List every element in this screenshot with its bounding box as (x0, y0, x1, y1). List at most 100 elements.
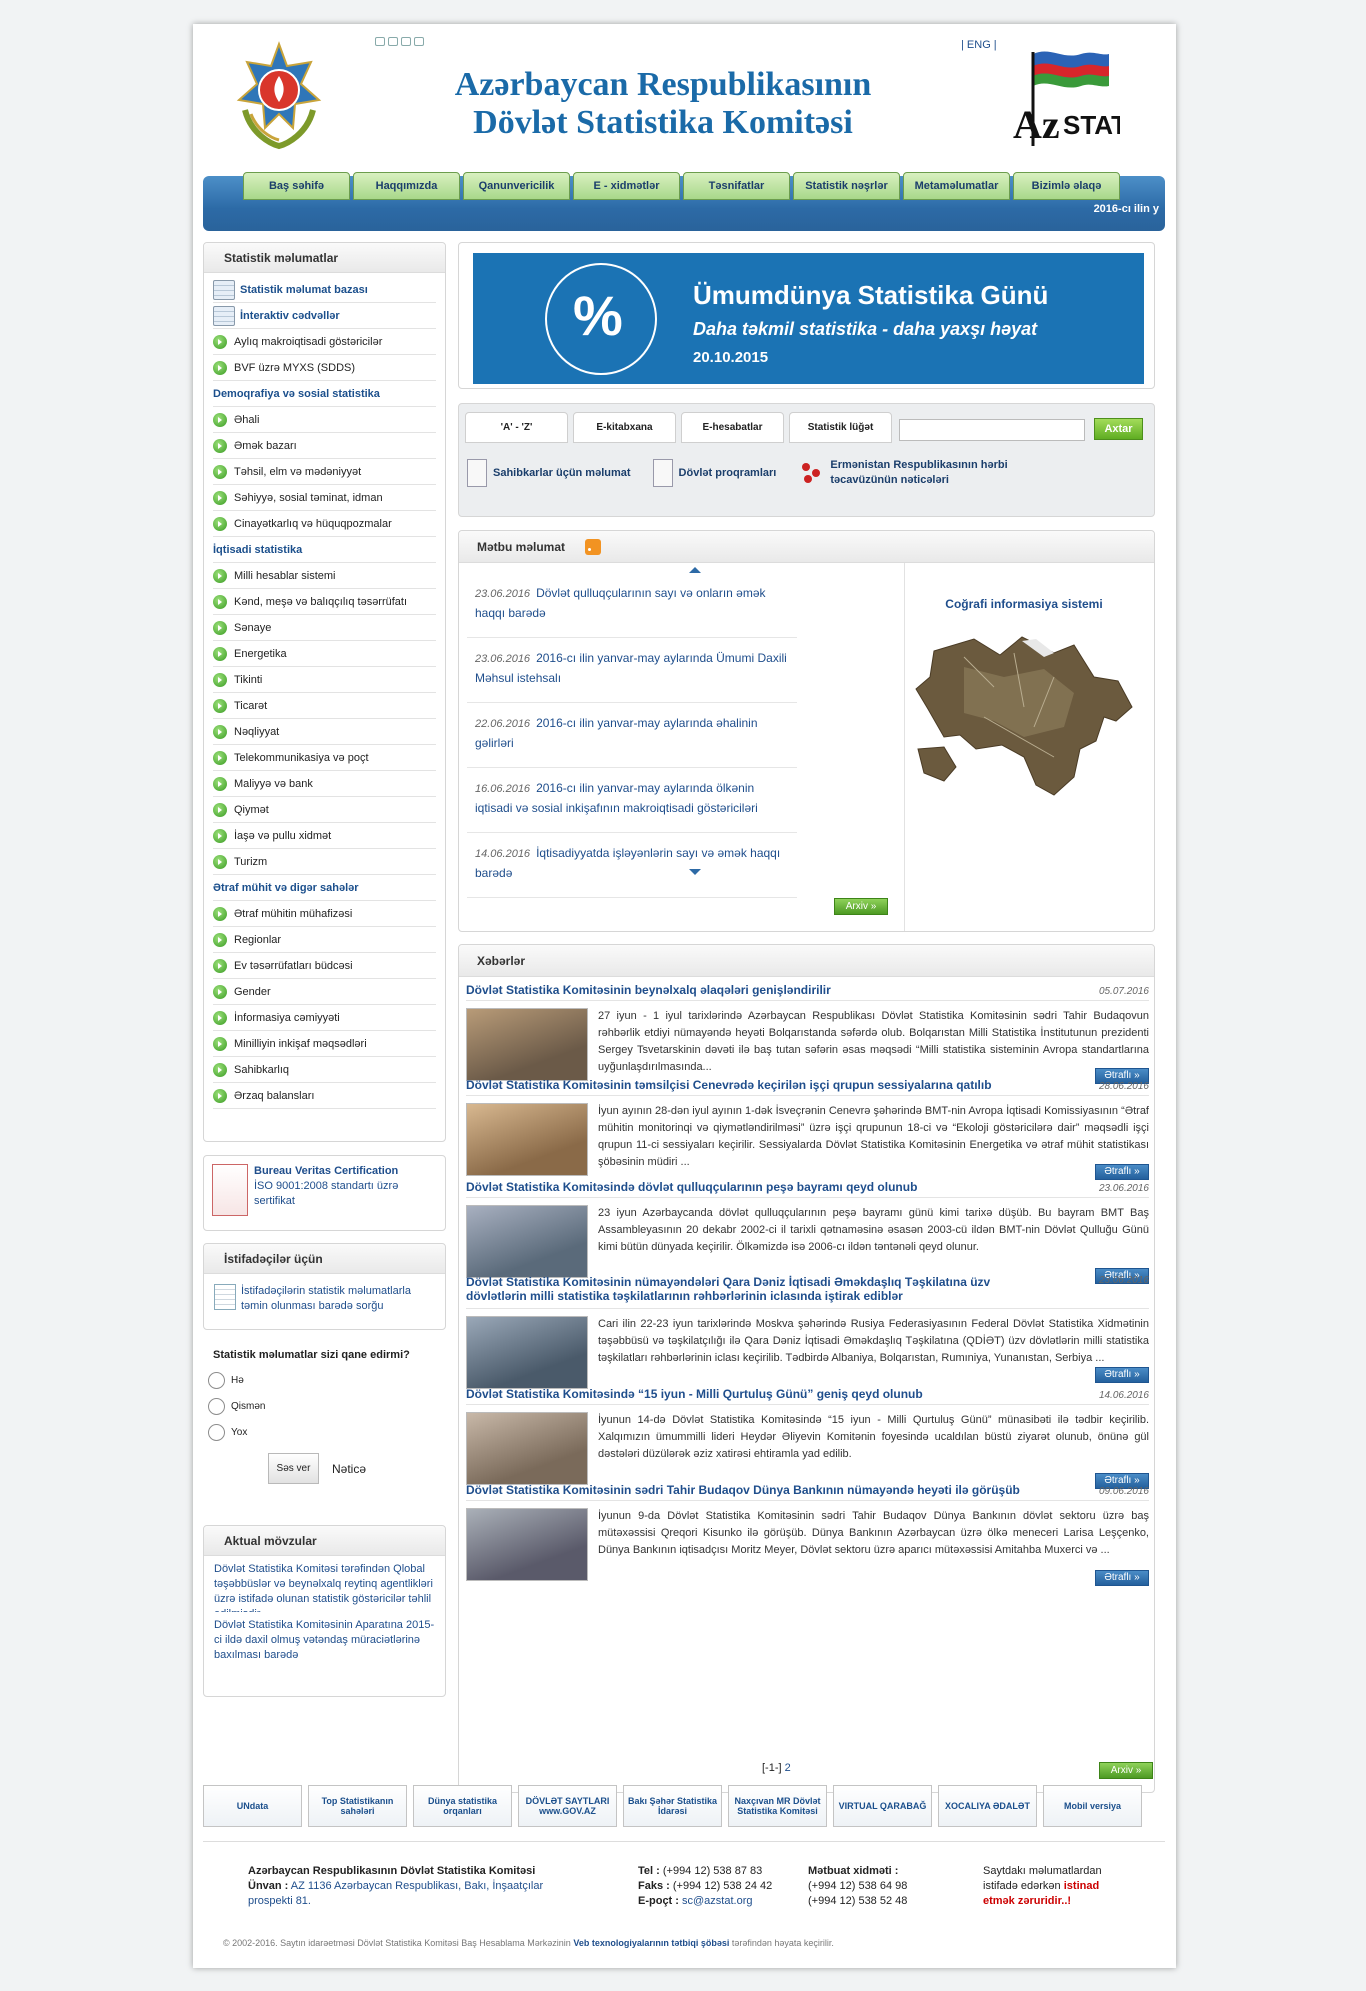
statistics-day-banner[interactable]: Ümumdünya Statistika Günü Daha təkmil st… (473, 253, 1144, 384)
news-item-title[interactable]: Dövlət Statistika Komitəsinin sədri Tahi… (466, 1483, 1020, 1497)
nav-tab-legislation[interactable]: Qanunvericilik (463, 172, 570, 200)
menu-item-b-0[interactable]: Əhali (213, 407, 436, 433)
gis-link[interactable]: Coğrafi informasiya sistemi (904, 597, 1144, 810)
menu-item-d-1[interactable]: Regionlar (213, 927, 436, 953)
partner-logo-link[interactable]: Naxçıvan MR Dövlət Statistika Komitəsi (728, 1785, 827, 1827)
news-item-title[interactable]: Dövlət Statistika Komitəsində “15 iyun -… (466, 1387, 923, 1401)
press-item[interactable]: 16.06.2016 2016-cı ilin yanvar-may ayları… (467, 768, 797, 833)
news-photo[interactable] (466, 1508, 588, 1581)
menu-item-d-2[interactable]: Ev təsərrüfatları büdcəsi (213, 953, 436, 979)
menu-item-d-7[interactable]: Ərzaq balansları (213, 1083, 436, 1109)
nav-tab-home[interactable]: Baş səhifə (243, 172, 350, 200)
nav-tab-classifications[interactable]: Təsnifatlar (683, 172, 790, 200)
home-icon[interactable] (375, 37, 385, 46)
menu-item-c-8[interactable]: Maliyyə və bank (213, 771, 436, 797)
news-photo[interactable] (466, 1008, 588, 1081)
press-item[interactable]: 22.06.2016 2016-cı ilin yanvar-may ayları… (467, 703, 797, 768)
tab-glossary[interactable]: Statistik lüğət (789, 412, 892, 443)
menu-item-c-0[interactable]: Milli hesablar sistemi (213, 563, 436, 589)
menu-group-heading[interactable]: Demoqrafiya və sosial statistika (213, 381, 436, 407)
partner-logo-link[interactable]: XOCALIYA ƏDALƏT (938, 1785, 1037, 1827)
vote-button[interactable]: Səs ver (268, 1453, 319, 1484)
news-archive-button[interactable]: Arxiv » (1099, 1762, 1153, 1779)
sitemap-icon[interactable] (401, 37, 411, 46)
state-programs-link[interactable]: Dövlət proqramları (652, 459, 776, 487)
language-switch[interactable]: | ENG | (961, 39, 997, 51)
menu-item-d-3[interactable]: Gender (213, 979, 436, 1005)
news-more-button[interactable]: Ətraflı » (1095, 1367, 1149, 1383)
radio-partly[interactable] (208, 1397, 225, 1415)
press-item[interactable]: 23.06.2016 2016-cı ilin yanvar-may ayları… (467, 638, 797, 703)
chat-icon[interactable] (414, 37, 424, 46)
menu-item-b-3[interactable]: Səhiyyə, sosial təminat, idman (213, 485, 436, 511)
rss-icon[interactable] (585, 539, 601, 555)
partner-logo-link[interactable]: UNdata (203, 1785, 302, 1827)
armenian-aggression-link[interactable]: Ermənistan Respublikasının hərbi təcavüz… (798, 458, 1050, 488)
menu-item-a-0[interactable]: Aylıq makroiqtisadi göstəricilər (213, 329, 436, 355)
scroll-down-icon[interactable] (689, 869, 701, 875)
topic-item[interactable]: Dövlət Statistika Komitəsinin Aparatına … (204, 1612, 445, 1665)
press-item[interactable]: 23.06.2016 Dövlət qulluqçularının sayı və… (467, 573, 797, 638)
menu-item-b-1[interactable]: Əmək bazarı (213, 433, 436, 459)
menu-item-c-9[interactable]: Qiymət (213, 797, 436, 823)
entrepreneurs-info-link[interactable]: Sahibkarlar üçün məlumat (467, 459, 631, 487)
menu-item-c-3[interactable]: Energetika (213, 641, 436, 667)
press-archive-button[interactable]: Arxiv » (834, 898, 888, 915)
search-input[interactable] (899, 419, 1085, 441)
partner-logo-link[interactable]: Mobil versiya (1043, 1785, 1142, 1827)
menu-group-heading[interactable]: Ətraf mühit və digər sahələr (213, 875, 436, 901)
partner-logo-link[interactable]: Dünya statistika orqanları (413, 1785, 512, 1827)
menu-item-b-2[interactable]: Təhsil, elm və mədəniyyət (213, 459, 436, 485)
poll-option-yes[interactable]: Hə (203, 1367, 446, 1393)
menu-item-c-10[interactable]: İaşə və pullu xidmət (213, 823, 436, 849)
menu-item-c-2[interactable]: Sənaye (213, 615, 436, 641)
topic-item[interactable]: Dövlət Statistika Komitəsi tərəfindən Ql… (204, 1556, 445, 1612)
certificate-box[interactable]: Bureau Veritas Certification İSO 9001:20… (203, 1155, 446, 1231)
menu-item-b-4[interactable]: Cinayətkarlıq və hüquqpozmalar (213, 511, 436, 537)
partner-logo-link[interactable]: VIRTUAL QARABAĞ (833, 1785, 932, 1827)
nav-tab-metadata[interactable]: Metaməlumatlar (903, 172, 1010, 200)
mail-icon[interactable] (388, 37, 398, 46)
menu-group-heading[interactable]: İqtisadi statistika (213, 537, 436, 563)
news-photo[interactable] (466, 1103, 588, 1176)
menu-item-database[interactable]: Statistik məlumat bazası (213, 277, 436, 303)
poll-option-no[interactable]: Yox (203, 1419, 446, 1445)
menu-item-interactive-tables[interactable]: İnteraktiv cədvəllər (213, 303, 436, 329)
email-link[interactable]: sc@azstat.org (682, 1895, 752, 1907)
partner-logo-link[interactable]: DÖVLƏT SAYTLARI www.GOV.AZ (518, 1785, 617, 1827)
menu-item-c-5[interactable]: Ticarət (213, 693, 436, 719)
radio-no[interactable] (208, 1423, 225, 1441)
poll-option-partly[interactable]: Qismən (203, 1393, 446, 1419)
news-item-title[interactable]: Dövlət Statistika Komitəsində dövlət qul… (466, 1180, 917, 1194)
news-photo[interactable] (466, 1412, 588, 1485)
nav-tab-publications[interactable]: Statistik nəşrlər (793, 172, 900, 200)
nav-tab-contact[interactable]: Bizimlə əlaqə (1013, 172, 1120, 200)
press-item[interactable]: 14.06.2016 İqtisadiyyatda işləyənlərin sa… (467, 833, 797, 898)
menu-item-a-1[interactable]: BVF üzrə MYXS (SDDS) (213, 355, 436, 381)
tab-a-z[interactable]: 'A' - 'Z' (465, 412, 568, 443)
news-photo[interactable] (466, 1205, 588, 1278)
copyright-link[interactable]: Veb texnologiyalarının tətbiqi şöbəsi (573, 1938, 729, 1948)
partner-logo-link[interactable]: Top Statistikanın sahələri (308, 1785, 407, 1827)
nav-tab-about[interactable]: Haqqımızda (353, 172, 460, 200)
menu-item-c-4[interactable]: Tikinti (213, 667, 436, 693)
search-button[interactable]: Axtar (1094, 418, 1143, 440)
radio-yes[interactable] (208, 1371, 225, 1389)
users-request-link[interactable]: İstifadəçilərin statistik məlumatlarla t… (204, 1274, 445, 1324)
news-item-title[interactable]: Dövlət Statistika Komitəsinin nümayəndəl… (466, 1275, 1026, 1303)
menu-item-c-7[interactable]: Telekommunikasiya və poçt (213, 745, 436, 771)
menu-item-d-4[interactable]: İnformasiya cəmiyyəti (213, 1005, 436, 1031)
news-more-button[interactable]: Ətraflı » (1095, 1570, 1149, 1586)
news-more-button[interactable]: Ətraflı » (1095, 1164, 1149, 1180)
nav-tab-e-services[interactable]: E - xidmətlər (573, 172, 680, 200)
menu-item-c-11[interactable]: Turizm (213, 849, 436, 875)
menu-item-c-6[interactable]: Nəqliyyat (213, 719, 436, 745)
menu-item-d-6[interactable]: Sahibkarlıq (213, 1057, 436, 1083)
news-photo[interactable] (466, 1316, 588, 1389)
page-2-link[interactable]: 2 (785, 1762, 791, 1774)
partner-logo-link[interactable]: Bakı Şəhər Statistika İdarəsi (623, 1785, 722, 1827)
tab-e-library[interactable]: E-kitabxana (573, 412, 676, 443)
tab-e-reports[interactable]: E-hesabatlar (681, 412, 784, 443)
news-item-title[interactable]: Dövlət Statistika Komitəsinin təmsilçisi… (466, 1078, 992, 1092)
poll-results-link[interactable]: Nəticə (332, 1462, 366, 1476)
